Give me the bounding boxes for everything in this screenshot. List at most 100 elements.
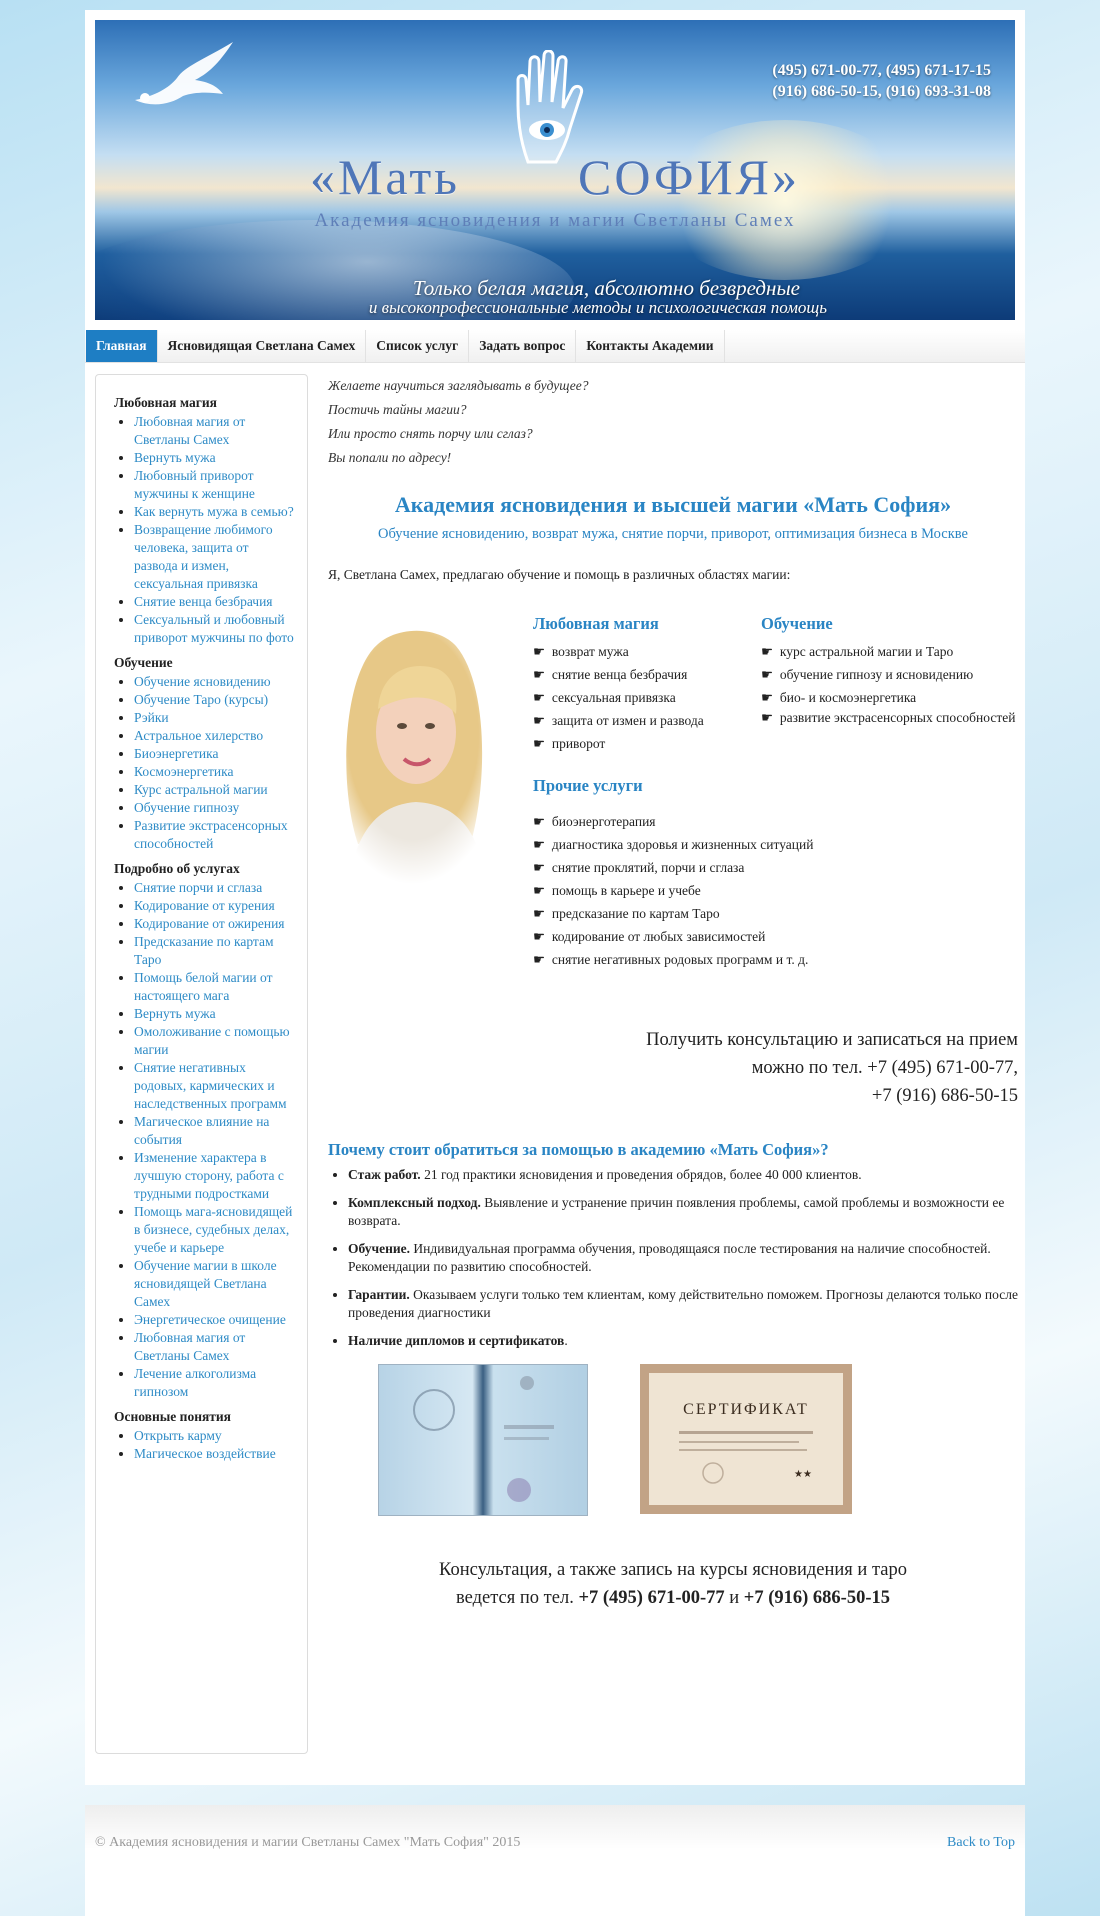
- sidebar-link[interactable]: Изменение характера в лучшую сторону, ра…: [134, 1150, 284, 1201]
- sidebar-link[interactable]: Снятие негативных родовых, кармических и…: [134, 1060, 287, 1111]
- list-item: кодирование от любых зависимостей: [533, 925, 953, 948]
- sidebar-item[interactable]: Любовная магия от Светланы Самех: [134, 413, 295, 449]
- sidebar-section-title: Любовная магия: [114, 395, 217, 410]
- sidebar-item[interactable]: Омоложивание с помощью магии: [134, 1023, 295, 1059]
- sidebar-link[interactable]: Магическое воздействие: [134, 1446, 276, 1461]
- sidebar-link[interactable]: Любовная магия от Светланы Самех: [134, 1330, 245, 1363]
- sidebar-link[interactable]: Астральное хилерство: [134, 728, 263, 743]
- list-item: возврат мужа: [533, 640, 753, 663]
- nav-ask-question[interactable]: Задать вопрос: [469, 330, 577, 362]
- sidebar-link[interactable]: Снятие порчи и сглаза: [134, 880, 262, 895]
- sidebar-item[interactable]: Изменение характера в лучшую сторону, ра…: [134, 1149, 295, 1203]
- sidebar-item[interactable]: Кодирование от ожирения: [134, 915, 295, 933]
- sidebar-link[interactable]: Вернуть мужа: [134, 450, 216, 465]
- sidebar-item[interactable]: Развитие экстрасенсорных способностей: [134, 817, 295, 853]
- sidebar-item[interactable]: Магическое влияние на события: [134, 1113, 295, 1149]
- sidebar-item[interactable]: Любовный приворот мужчины к женщине: [134, 467, 295, 503]
- sidebar-item[interactable]: Предсказание по картам Таро: [134, 933, 295, 969]
- sidebar-item[interactable]: Лечение алкоголизма гипнозом: [134, 1365, 295, 1401]
- sidebar-link[interactable]: Открыть карму: [134, 1428, 222, 1443]
- sidebar-item[interactable]: Помощь белой магии от настоящего мага: [134, 969, 295, 1005]
- sidebar-link[interactable]: Биоэнергетика: [134, 746, 218, 761]
- sidebar-item[interactable]: Космоэнергетика: [134, 763, 295, 781]
- sidebar-link[interactable]: Обучение магии в школе ясновидящей Светл…: [134, 1258, 277, 1309]
- sidebar-link[interactable]: Омоложивание с помощью магии: [134, 1024, 290, 1057]
- sidebar-link[interactable]: Обучение гипнозу: [134, 800, 239, 815]
- sidebar-link[interactable]: Вернуть мужа: [134, 1006, 216, 1021]
- sidebar-item[interactable]: Курс астральной магии: [134, 781, 295, 799]
- final-and: и: [724, 1588, 744, 1608]
- final-phone-2: +7 (916) 686-50-15: [743, 1588, 890, 1608]
- sidebar-link[interactable]: Предсказание по картам Таро: [134, 934, 274, 967]
- nav-clairvoyant[interactable]: Ясновидящая Светлана Самех: [158, 330, 367, 362]
- final-phone-1: +7 (495) 671-00-77: [578, 1588, 725, 1608]
- sidebar-item[interactable]: Вернуть мужа: [134, 1005, 295, 1023]
- list-item: снятие негативных родовых программ и т. …: [533, 948, 953, 971]
- list-item: снятие венца безбрачия: [533, 663, 753, 686]
- sidebar-link[interactable]: Магическое влияние на события: [134, 1114, 269, 1147]
- sidebar-link[interactable]: Энергетическое очищение: [134, 1312, 286, 1327]
- sidebar-item[interactable]: Вернуть мужа: [134, 449, 295, 467]
- sidebar-item[interactable]: Обучение гипнозу: [134, 799, 295, 817]
- sidebar-link[interactable]: Любовная магия от Светланы Самех: [134, 414, 245, 447]
- sidebar-item[interactable]: Помощь мага-ясновидящей в бизнесе, судеб…: [134, 1203, 295, 1257]
- why-item: Комплексный подход. Выявление и устранен…: [348, 1194, 1018, 1230]
- sidebar-list-love: Любовная магия от Светланы Самех Вернуть…: [114, 413, 295, 647]
- sidebar-item[interactable]: Астральное хилерство: [134, 727, 295, 745]
- sidebar-item[interactable]: Любовная магия от Светланы Самех: [134, 1329, 295, 1365]
- sidebar-item[interactable]: Биоэнергетика: [134, 745, 295, 763]
- why-item-text: Индивидуальная программа обучения, прово…: [348, 1241, 991, 1274]
- sidebar-item[interactable]: Возвращение любимого человека, защита от…: [134, 521, 295, 593]
- nav-services[interactable]: Список услуг: [366, 330, 470, 362]
- sidebar-link[interactable]: Космоэнергетика: [134, 764, 233, 779]
- nav-home[interactable]: Главная: [86, 330, 158, 362]
- sidebar-link[interactable]: Помощь белой магии от настоящего мага: [134, 970, 273, 1003]
- sidebar-item[interactable]: Сексуальный и любовный приворот мужчины …: [134, 611, 295, 647]
- sidebar-link[interactable]: Кодирование от ожирения: [134, 916, 285, 931]
- sidebar-item[interactable]: Обучение ясновидению: [134, 673, 295, 691]
- sidebar-link[interactable]: Помощь мага-ясновидящей в бизнесе, судеб…: [134, 1204, 292, 1255]
- sidebar-link[interactable]: Возвращение любимого человека, защита от…: [134, 522, 273, 591]
- consultation-callout: Получить консультацию и записаться на пр…: [646, 1026, 1018, 1110]
- why-item-bold: Гарантии.: [348, 1287, 410, 1302]
- sidebar-link[interactable]: Лечение алкоголизма гипнозом: [134, 1366, 256, 1399]
- sidebar-link[interactable]: Рэйки: [134, 710, 169, 725]
- sidebar-link[interactable]: Снятие венца безбрачия: [134, 594, 273, 609]
- final-contact: Консультация, а также запись на курсы яс…: [328, 1556, 1018, 1612]
- why-us-list: Стаж работ. 21 год практики ясновидения …: [328, 1166, 1018, 1360]
- sidebar-item[interactable]: Кодирование от курения: [134, 897, 295, 915]
- sidebar-item[interactable]: Рэйки: [134, 709, 295, 727]
- svg-text:★★: ★★: [794, 1469, 812, 1480]
- sidebar-link[interactable]: Обучение ясновидению: [134, 674, 271, 689]
- sidebar-link[interactable]: Развитие экстрасенсорных способностей: [134, 818, 288, 851]
- consult-line: можно по тел. +7 (495) 671-00-77,: [751, 1058, 1018, 1078]
- page-subtitle: Обучение ясновидению, возврат мужа, снят…: [378, 526, 968, 542]
- sidebar-item[interactable]: Энергетическое очищение: [134, 1311, 295, 1329]
- list-item: биоэнерготерапия: [533, 810, 953, 833]
- sidebar-link[interactable]: Кодирование от курения: [134, 898, 275, 913]
- sidebar-link[interactable]: Обучение Таро (курсы): [134, 692, 268, 707]
- main-content: Желаете научиться заглядывать в будущее?…: [328, 374, 1018, 1608]
- sidebar-item[interactable]: Обучение Таро (курсы): [134, 691, 295, 709]
- list-item: сексуальная привязка: [533, 686, 753, 709]
- back-to-top-link[interactable]: Back to Top: [947, 1835, 1015, 1851]
- sidebar-link[interactable]: Сексуальный и любовный приворот мужчины …: [134, 612, 294, 645]
- sidebar-item[interactable]: Снятие негативных родовых, кармических и…: [134, 1059, 295, 1113]
- love-magic-list: возврат мужа снятие венца безбрачия секс…: [533, 640, 753, 755]
- sidebar-item[interactable]: Обучение магии в школе ясновидящей Светл…: [134, 1257, 295, 1311]
- header-banner[interactable]: (495) 671-00-77, (495) 671-17-15 (916) 6…: [95, 20, 1015, 320]
- phones-line-1: (495) 671-00-77, (495) 671-17-15: [772, 62, 991, 79]
- certificate-image[interactable]: СЕРТИФИКАТ ★★: [640, 1364, 852, 1514]
- sidebar-item[interactable]: Снятие венца безбрачия: [134, 593, 295, 611]
- diploma-image[interactable]: [378, 1364, 588, 1516]
- sidebar-link[interactable]: Любовный приворот мужчины к женщине: [134, 468, 255, 501]
- sidebar-item[interactable]: Магическое воздействие: [134, 1445, 295, 1463]
- sidebar-item[interactable]: Открыть карму: [134, 1427, 295, 1445]
- sidebar-item[interactable]: Как вернуть мужа в семью?: [134, 503, 295, 521]
- why-item-bold: Стаж работ.: [348, 1167, 421, 1182]
- sidebar-item[interactable]: Снятие порчи и сглаза: [134, 879, 295, 897]
- sidebar-link[interactable]: Как вернуть мужа в семью?: [134, 504, 294, 519]
- sidebar-link[interactable]: Курс астральной магии: [134, 782, 268, 797]
- nav-contacts[interactable]: Контакты Академии: [576, 330, 725, 362]
- list-item: обучение гипнозу и ясновидению: [761, 663, 1021, 686]
